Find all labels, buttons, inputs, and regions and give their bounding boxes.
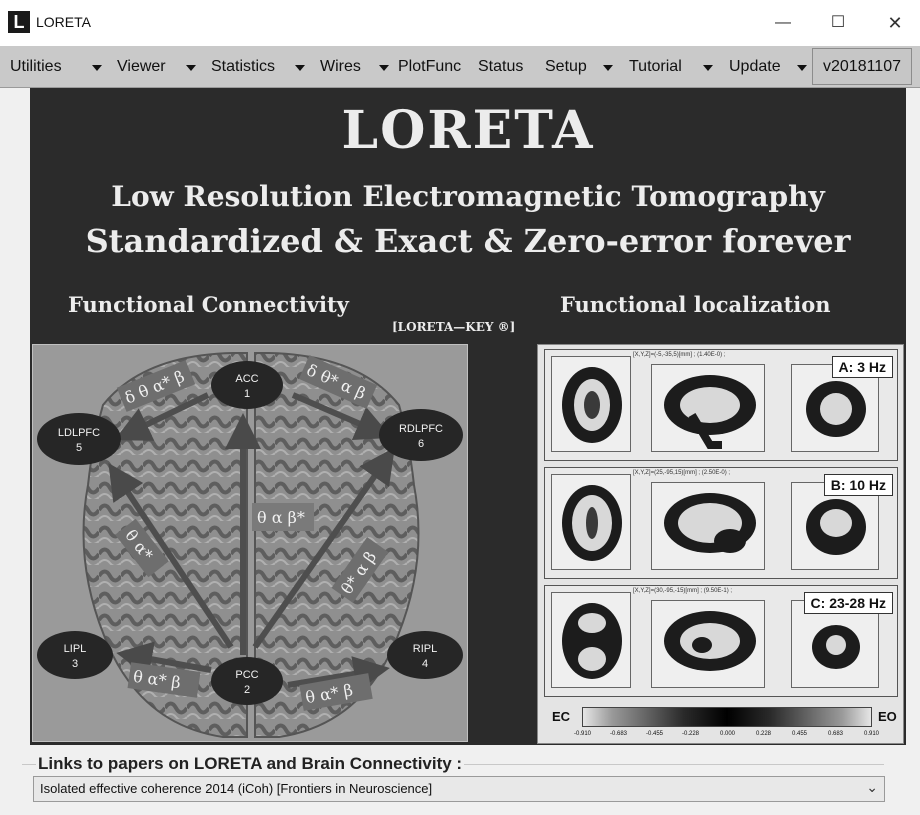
caret-down-icon[interactable] <box>603 65 613 71</box>
row-b-frequency-badge: B: 10 Hz <box>823 474 893 496</box>
menu-plotfunc[interactable]: PlotFunc <box>398 46 461 88</box>
axial-slice-b <box>551 474 631 570</box>
menu-tutorial[interactable]: Tutorial <box>629 46 682 88</box>
close-button[interactable]: ✕ <box>872 0 918 46</box>
caret-down-icon[interactable] <box>703 65 713 71</box>
colorbar <box>582 707 872 727</box>
window-title: LORETA <box>36 14 91 30</box>
functional-connectivity-heading: Functional Connectivity <box>68 292 349 317</box>
colorbar-tick: 0.228 <box>756 731 772 737</box>
colorbar-tick: -0.910 <box>574 731 592 737</box>
colorbar-right-label: EO <box>878 709 897 724</box>
menu-viewer[interactable]: Viewer <box>117 46 166 88</box>
colorbar-tick: -0.455 <box>646 731 664 737</box>
menu-utilities[interactable]: Utilities <box>10 46 62 88</box>
menu-bar: Utilities Viewer Statistics Wires PlotFu… <box>0 46 920 88</box>
node-ldlpfc-num: 5 <box>76 442 82 454</box>
links-label: Links to papers on LORETA and Brain Conn… <box>36 754 465 774</box>
node-lipl-name: LIPL <box>64 643 87 655</box>
functional-localization-heading: Functional localization <box>560 292 831 317</box>
links-group: Links to papers on LORETA and Brain Conn… <box>18 754 885 808</box>
node-lipl-num: 3 <box>72 658 78 670</box>
axial-slice-c <box>551 592 631 688</box>
caret-down-icon[interactable] <box>295 65 305 71</box>
sagittal-slice-c <box>651 600 765 688</box>
caret-down-icon[interactable] <box>186 65 196 71</box>
row-c-coords: [X,Y,Z]=(30,-95,-15)[mm] ; (9.50E-1) ; <box>633 588 733 594</box>
menu-wires[interactable]: Wires <box>320 46 361 88</box>
sagittal-slice-b <box>651 482 765 570</box>
colorbar-tick: -0.683 <box>610 731 628 737</box>
papers-dropdown[interactable]: Isolated effective coherence 2014 (iCoh)… <box>33 776 885 802</box>
edge-label-pcc-acc: θ α β* <box>257 508 305 527</box>
localization-row-a: [X,Y,Z]=(-5,-35,5)[mm] ; (1.40E-0) ; A: … <box>544 349 898 461</box>
banner-tagline: Standardized & Exact & Zero-error foreve… <box>85 222 851 260</box>
caret-down-icon[interactable] <box>92 65 102 71</box>
axial-slice-a <box>551 356 631 452</box>
menu-setup[interactable]: Setup <box>545 46 587 88</box>
row-b-coords: [X,Y,Z]=(25,-95,15)[mm] ; (2.50E-0) ; <box>633 470 731 476</box>
sagittal-slice-a <box>651 364 765 452</box>
minimize-button[interactable]: — <box>760 0 806 46</box>
maximize-button[interactable]: ☐ <box>815 0 861 46</box>
colorbar-tick: 0.683 <box>828 731 844 737</box>
loreta-key-label: [LORETA—KEY ®] <box>392 320 516 334</box>
connectivity-panel: δ θ α* β δ θ* α β θ α β* θ α* θ* α β θ α… <box>32 344 468 742</box>
colorbar-tick: 0.455 <box>792 731 808 737</box>
localization-row-b: [X,Y,Z]=(25,-95,15)[mm] ; (2.50E-0) ; B:… <box>544 467 898 579</box>
node-rdlpfc-name: RDLPFC <box>399 423 443 435</box>
loreta-window: L LORETA — ☐ ✕ Utilities Viewer Statisti… <box>0 0 920 815</box>
node-ripl-num: 4 <box>422 658 428 670</box>
caret-down-icon[interactable] <box>797 65 807 71</box>
node-rdlpfc-num: 6 <box>418 438 424 450</box>
localization-panel: [X,Y,Z]=(-5,-35,5)[mm] ; (1.40E-0) ; A: … <box>537 344 904 744</box>
node-ldlpfc-name: LDLPFC <box>58 427 100 439</box>
app-logo-icon: L <box>8 11 30 33</box>
row-a-coords: [X,Y,Z]=(-5,-35,5)[mm] ; (1.40E-0) ; <box>633 352 726 358</box>
node-ripl-name: RIPL <box>413 643 437 655</box>
version-label: v20181107 <box>812 48 912 85</box>
banner-subtitle: Low Resolution Electromagnetic Tomograph… <box>111 180 825 213</box>
loreta-banner: LORETA Low Resolution Electromagnetic To… <box>30 88 906 340</box>
node-acc-name: ACC <box>235 373 258 385</box>
menu-status[interactable]: Status <box>478 46 523 88</box>
node-pcc-name: PCC <box>235 669 258 681</box>
menu-update[interactable]: Update <box>729 46 781 88</box>
caret-down-icon[interactable] <box>379 65 389 71</box>
colorbar-tick: 0.000 <box>720 731 736 737</box>
localization-row-c: [X,Y,Z]=(30,-95,-15)[mm] ; (9.50E-1) ; C… <box>544 585 898 697</box>
colorbar-tick: 0.910 <box>864 731 880 737</box>
banner-title: LORETA <box>341 100 595 161</box>
menu-statistics[interactable]: Statistics <box>211 46 275 88</box>
colorbar-left-label: EC <box>552 709 571 724</box>
row-a-frequency-badge: A: 3 Hz <box>831 356 893 378</box>
node-acc-num: 1 <box>244 388 250 400</box>
row-c-frequency-badge: C: 23-28 Hz <box>803 592 893 614</box>
node-pcc-num: 2 <box>244 684 250 696</box>
connectivity-diagram: δ θ α* β δ θ* α β θ α β* θ α* θ* α β θ α… <box>37 352 463 738</box>
papers-dropdown-value: Isolated effective coherence 2014 (iCoh)… <box>40 781 433 796</box>
colorbar-tick: -0.228 <box>682 731 700 737</box>
title-bar: L LORETA — ☐ ✕ <box>0 0 920 46</box>
chevron-down-icon[interactable]: ⌄ <box>866 779 878 796</box>
